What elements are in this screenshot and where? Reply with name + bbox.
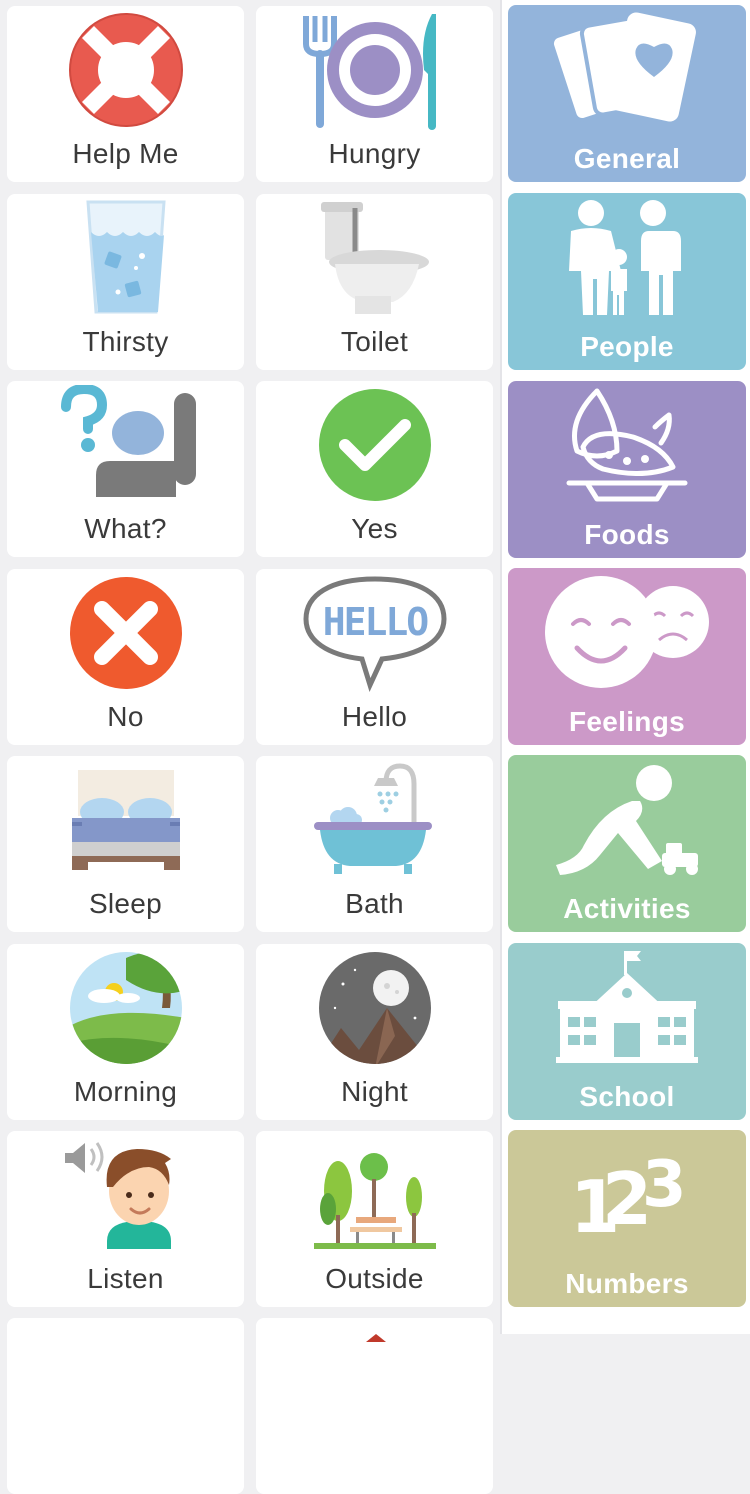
checkmark-icon xyxy=(318,389,431,501)
phrase-tile-toilet[interactable]: Toilet xyxy=(256,194,493,370)
phrase-tile-partial[interactable] xyxy=(256,1318,493,1494)
phrase-tile-help-me[interactable]: Help Me xyxy=(7,6,244,182)
water-glass-icon xyxy=(85,200,166,314)
category-people[interactable]: People xyxy=(508,193,746,370)
category-label: Feelings xyxy=(569,706,685,737)
phrase-label: Yes xyxy=(351,513,398,544)
phrase-label: Toilet xyxy=(340,326,409,357)
category-label: Activities xyxy=(563,893,691,924)
phrase-tile-what[interactable]: What? xyxy=(7,381,244,557)
category-activities[interactable]: Activities xyxy=(508,755,746,932)
category-numbers[interactable]: 1 2 3 Numbers xyxy=(508,1130,746,1307)
lifebuoy-icon xyxy=(68,13,183,127)
category-school[interactable]: School xyxy=(508,943,746,1120)
phrase-label: Bath xyxy=(345,888,404,919)
cross-icon xyxy=(69,577,182,689)
category-label: School xyxy=(579,1081,675,1112)
svg-text:3: 3 xyxy=(642,1148,687,1222)
phrase-tile-night[interactable]: Night xyxy=(256,944,493,1120)
phrase-label: Hungry xyxy=(328,138,421,169)
category-label: People xyxy=(580,331,674,362)
food-plate-icon xyxy=(566,388,688,502)
phrase-tile-outside[interactable]: Outside xyxy=(256,1131,493,1307)
phrase-tile-no[interactable]: No xyxy=(7,569,244,745)
category-label: Foods xyxy=(584,519,670,550)
happy-sad-faces-icon xyxy=(545,576,709,688)
morning-landscape-icon xyxy=(69,952,182,1064)
park-trees-icon xyxy=(313,1153,436,1249)
toilet-icon xyxy=(320,202,429,314)
phrase-label: Outside xyxy=(325,1263,424,1294)
category-label: General xyxy=(573,143,681,174)
cards-heart-icon xyxy=(552,12,696,123)
category-general[interactable]: General xyxy=(508,5,746,182)
child-playing-icon xyxy=(556,765,698,875)
phrase-tile-thirsty[interactable]: Thirsty xyxy=(7,194,244,370)
phrase-label: No xyxy=(107,701,144,732)
plate-cutlery-icon xyxy=(302,14,436,130)
phrase-label: Sleep xyxy=(88,888,163,919)
phrase-label: What? xyxy=(84,513,167,544)
svg-text:HELLO: HELLO xyxy=(322,600,428,644)
phrase-label: Night xyxy=(341,1076,408,1107)
question-person-icon xyxy=(60,385,196,497)
phrase-grid: Help Me Hungry Thirsty Toilet What? Yes … xyxy=(0,0,500,1494)
phrase-label: Help Me xyxy=(72,138,179,169)
boy-speaker-icon xyxy=(64,1142,171,1249)
bed-icon xyxy=(71,770,180,870)
phrase-tile-yes[interactable]: Yes xyxy=(256,381,493,557)
category-label: Numbers xyxy=(565,1268,689,1299)
category-sidebar: General People Foods Feelings Activities… xyxy=(502,0,750,1334)
phrase-tile-bath[interactable]: Bath xyxy=(256,756,493,932)
phrase-tile-hungry[interactable]: Hungry xyxy=(256,6,493,182)
family-icon xyxy=(569,200,681,315)
category-foods[interactable]: Foods xyxy=(508,381,746,558)
phrase-label: Morning xyxy=(73,1076,178,1107)
school-building-icon xyxy=(556,951,698,1063)
phrase-tile-hello[interactable]: HELLO Hello xyxy=(256,569,493,745)
phrase-label: Listen xyxy=(87,1263,164,1294)
night-moon-icon xyxy=(318,952,431,1064)
phrase-tile-listen[interactable]: Listen xyxy=(7,1131,244,1307)
phrase-tile-sleep[interactable]: Sleep xyxy=(7,756,244,932)
phrase-label: Thirsty xyxy=(82,326,169,357)
partial-icon xyxy=(366,1334,386,1342)
bathtub-icon xyxy=(313,763,432,874)
phrase-label: Hello xyxy=(341,701,408,732)
phrase-tile-partial[interactable] xyxy=(7,1318,244,1494)
phrase-tile-morning[interactable]: Morning xyxy=(7,944,244,1120)
category-feelings[interactable]: Feelings xyxy=(508,568,746,745)
numbers-123-icon: 1 2 3 xyxy=(570,1148,687,1249)
hello-speech-bubble-icon: HELLO xyxy=(302,576,447,692)
